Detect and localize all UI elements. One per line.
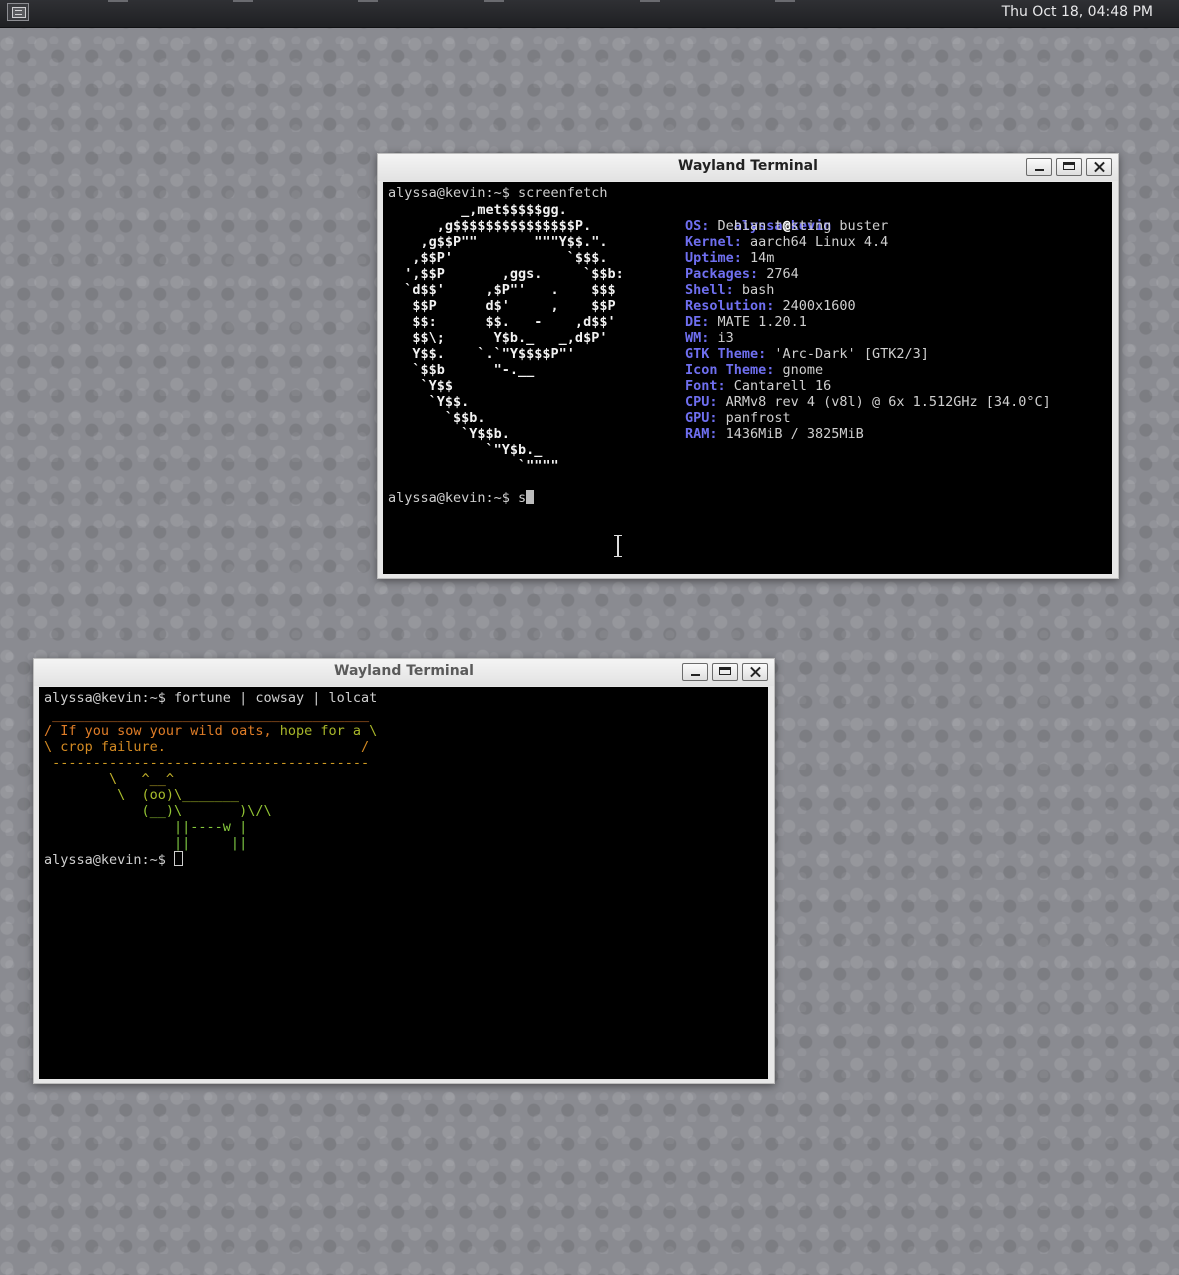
logo-line: ',$$P ,ggs. `$$b: <box>388 266 624 282</box>
panel-clock[interactable]: Thu Oct 18, 04:48 PM <box>1002 4 1153 20</box>
info-value: Debian testing buster <box>709 218 889 234</box>
logo-line: _,met$$$$$gg. <box>388 202 567 218</box>
logo-line: `Y$$. <box>388 394 470 410</box>
text-cursor <box>174 851 184 866</box>
cow-line: ||----w | <box>44 819 248 835</box>
info-row: Resolution: 2400x1600 <box>685 298 856 314</box>
info-row: CPU: ARMv8 rev 4 (v8l) @ 6x 1.512GHz [34… <box>685 394 1051 410</box>
info-value: ARMv8 rev 4 (v8l) @ 6x 1.512GHz [34.0°C] <box>717 394 1051 410</box>
info-key: GPU: <box>685 410 718 426</box>
logo-line: `$$b "-.__ <box>388 362 535 378</box>
app-menu-icon[interactable] <box>7 3 29 21</box>
logo-line: `d$$' ,$P"' . $$$ <box>388 282 616 298</box>
info-value: 'Arc-Dark' [GTK2/3] <box>766 346 929 362</box>
command-line: alyssa@kevin:~$ fortune | cowsay | lolca… <box>44 690 378 706</box>
logo-line: ,g$$P"" """Y$$.". <box>388 234 608 250</box>
window-titlebar[interactable]: Wayland Terminal <box>34 659 774 686</box>
speech-bubble-line: \ crop failure. / <box>44 739 370 755</box>
terminal-window-cowsay[interactable]: Wayland Terminal alyssa@kevin:~$ fortune… <box>33 658 775 1084</box>
info-value: Cantarell 16 <box>725 378 832 394</box>
info-key: Uptime: <box>685 250 742 266</box>
info-key: Font: <box>685 378 726 394</box>
command-line: alyssa@kevin:~$ screenfetch <box>388 185 608 201</box>
window-title: Wayland Terminal <box>334 663 474 679</box>
speech-bubble-bottom: --------------------------------------- <box>44 755 370 771</box>
info-value: aarch64 Linux 4.4 <box>741 234 889 250</box>
logo-line: `Y$$b. <box>388 426 510 442</box>
info-row: WM: i3 <box>685 330 734 346</box>
fortune-text-part: / If you sow your wild oats, <box>44 723 272 739</box>
logo-line: Y$$. `.`"Y$$$$P"' <box>388 346 575 362</box>
prompt-line: alyssa@kevin:~$ s <box>388 490 535 506</box>
info-row: GTK Theme: 'Arc-Dark' [GTK2/3] <box>685 346 929 362</box>
info-row: Packages: 2764 <box>685 266 799 282</box>
info-key: Resolution: <box>685 298 775 314</box>
prompt-line: alyssa@kevin:~$ <box>44 851 184 868</box>
info-row: Uptime: 14m <box>685 250 774 266</box>
minimize-button[interactable] <box>1026 158 1052 176</box>
maximize-button[interactable] <box>1056 158 1082 176</box>
logo-line: $$: $$. - ,d$$' <box>388 314 616 330</box>
info-value: 2764 <box>758 266 799 282</box>
terminal-output[interactable]: alyssa@kevin:~$ screenfetch _,met$$$$$gg… <box>383 182 1112 574</box>
info-key: Icon Theme: <box>685 362 775 378</box>
info-key: WM: <box>685 330 710 346</box>
window-title: Wayland Terminal <box>678 158 818 174</box>
close-button[interactable] <box>1086 158 1112 176</box>
logo-line: ,$$P' `$$$. <box>388 250 608 266</box>
info-key: RAM: <box>685 426 718 442</box>
logo-line: $$\; Y$b._ _,d$P' <box>388 330 608 346</box>
info-value: MATE 1.20.1 <box>709 314 807 330</box>
info-key: GTK Theme: <box>685 346 767 362</box>
window-titlebar[interactable]: Wayland Terminal <box>378 154 1118 181</box>
speech-bubble-line: / If you sow your wild oats, hope for a … <box>44 723 377 739</box>
logo-line: `Y$$ <box>388 378 454 394</box>
info-value: 1436MiB / 3825MiB <box>717 426 864 442</box>
info-row: GPU: panfrost <box>685 410 791 426</box>
prompt-text: alyssa@kevin:~$ s <box>388 490 527 506</box>
prompt-text: alyssa@kevin:~$ <box>44 852 175 868</box>
info-value: 14m <box>741 250 775 266</box>
info-key: OS: <box>685 218 710 234</box>
maximize-button[interactable] <box>712 663 738 681</box>
terminal-output[interactable]: alyssa@kevin:~$ fortune | cowsay | lolca… <box>39 687 768 1079</box>
info-row: Shell: bash <box>685 282 774 298</box>
info-key: DE: <box>685 314 710 330</box>
info-row: OS: Debian testing buster <box>685 218 888 234</box>
top-panel: Thu Oct 18, 04:48 PM <box>0 0 1179 28</box>
fortune-text-part: hope for a \ <box>271 723 378 739</box>
logo-line: `"Y$b._ <box>388 442 543 458</box>
terminal-window-screenfetch[interactable]: Wayland Terminal alyssa@kevin:~$ screenf… <box>377 153 1119 579</box>
info-row: RAM: 1436MiB / 3825MiB <box>685 426 864 442</box>
info-value: panfrost <box>717 410 791 426</box>
info-value: 2400x1600 <box>774 298 856 314</box>
info-value: i3 <box>709 330 734 346</box>
cow-line: || || <box>44 835 248 851</box>
cow-line: \ (oo)\_______ <box>44 787 240 803</box>
info-row: DE: MATE 1.20.1 <box>685 314 807 330</box>
cow-line: (__)\ )\/\ <box>44 803 272 819</box>
close-button[interactable] <box>742 663 768 681</box>
logo-line: `"""" <box>388 458 559 474</box>
info-key: CPU: <box>685 394 718 410</box>
minimize-button[interactable] <box>682 663 708 681</box>
logo-line: `$$b. <box>388 410 486 426</box>
panel-workspace-indicators <box>0 0 1179 3</box>
logo-line: $$P d$' , $$P <box>388 298 616 314</box>
info-value: bash <box>733 282 775 298</box>
info-key: Kernel: <box>685 234 742 250</box>
mouse-ibeam-cursor-icon <box>614 535 622 557</box>
info-value: gnome <box>774 362 824 378</box>
info-row: Kernel: aarch64 Linux 4.4 <box>685 234 888 250</box>
info-row: Icon Theme: gnome <box>685 362 823 378</box>
speech-bubble-top: _______________________________________ <box>44 707 370 723</box>
info-key: Shell: <box>685 282 734 298</box>
info-row: Font: Cantarell 16 <box>685 378 831 394</box>
info-key: Packages: <box>685 266 759 282</box>
text-cursor <box>526 490 535 504</box>
logo-line: ,g$$$$$$$$$$$$$$$P. <box>388 218 592 234</box>
cow-line: \ ^__^ <box>44 771 175 787</box>
